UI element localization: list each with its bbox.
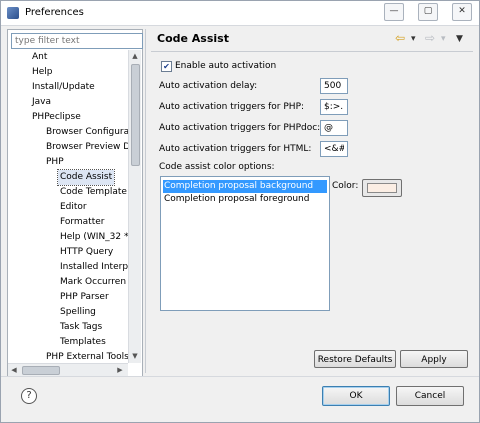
forward-menu-icon[interactable]: ▾ (441, 34, 446, 44)
php-triggers-label: Auto activation triggers for PHP: (159, 102, 305, 112)
scroll-up-icon[interactable]: ▲ (131, 51, 139, 61)
phpdoc-triggers-input[interactable] (320, 120, 348, 136)
page-title: Code Assist (157, 32, 229, 45)
tree-horizontal-scrollbar[interactable]: ◀ ▶ (8, 363, 128, 376)
title-bar: Preferences — ▢ ✕ (1, 1, 479, 26)
footer-separator (1, 376, 479, 377)
tree-item[interactable]: Code Assist (56, 169, 116, 186)
tree-item[interactable]: HTTP Query (60, 245, 113, 260)
list-item[interactable]: Completion proposal background (163, 180, 327, 193)
back-menu-icon[interactable]: ▾ (411, 34, 416, 44)
scroll-down-icon[interactable]: ▼ (131, 351, 139, 361)
php-triggers-input[interactable] (320, 99, 348, 115)
scroll-thumb[interactable] (131, 64, 140, 166)
list-item[interactable]: Completion proposal foreground (163, 193, 327, 206)
tree-item[interactable]: Spelling (60, 305, 96, 320)
tree-item[interactable]: Installed Interp (60, 260, 128, 275)
cancel-button[interactable]: Cancel (396, 386, 464, 406)
color-options-list[interactable]: Completion proposal background Completio… (160, 176, 330, 311)
phpdoc-triggers-label: Auto activation triggers for PHPdoc: (159, 123, 321, 133)
enable-auto-activation-checkbox[interactable]: ✔ (161, 61, 172, 72)
help-icon[interactable]: ? (21, 388, 37, 404)
hscroll-thumb[interactable] (22, 366, 60, 375)
minimize-button[interactable]: — (384, 3, 404, 21)
tree-item[interactable]: Ant (32, 50, 47, 65)
color-swatch (367, 183, 397, 193)
app-icon (7, 7, 19, 19)
color-picker-button[interactable] (362, 179, 402, 197)
color-label: Color: (332, 181, 359, 191)
filter-input[interactable] (11, 33, 143, 49)
tree-item[interactable]: Browser Configura (46, 125, 128, 140)
tree-item[interactable]: Templates (60, 335, 106, 350)
tree-item[interactable]: PHPeclipse (32, 110, 81, 125)
tree-item[interactable]: Code Template (60, 185, 127, 200)
preferences-window: Preferences — ▢ ✕ AntHelpInstall/UpdateJ… (0, 0, 480, 423)
tree-item[interactable]: Java (32, 95, 51, 110)
tree-item[interactable]: Task Tags (60, 320, 102, 335)
auto-activation-delay-label: Auto activation delay: (159, 81, 258, 91)
color-options-label: Code assist color options: (159, 162, 275, 172)
scroll-left-icon[interactable]: ◀ (9, 365, 19, 375)
pane-divider[interactable] (145, 29, 146, 373)
html-triggers-label: Auto activation triggers for HTML: (159, 144, 312, 154)
tree-vertical-scrollbar[interactable]: ▲ ▼ (128, 50, 141, 363)
enable-auto-activation-label: Enable auto activation (175, 61, 277, 71)
close-button[interactable]: ✕ (452, 3, 472, 21)
tree-item[interactable]: PHP External Tools (46, 350, 128, 363)
html-triggers-input[interactable] (320, 141, 348, 157)
tree-item[interactable]: PHP Parser (60, 290, 109, 305)
ok-button[interactable]: OK (322, 386, 390, 406)
back-arrow-icon[interactable]: ⇦ (395, 31, 405, 45)
preference-tree-panel: AntHelpInstall/UpdateJavaPHPeclipseBrows… (7, 29, 143, 377)
restore-defaults-button[interactable]: Restore Defaults (314, 350, 396, 368)
forward-arrow-icon[interactable]: ⇨ (425, 31, 435, 45)
tree-item[interactable]: Help (WIN_32 * (60, 230, 128, 245)
tree-item[interactable]: Formatter (60, 215, 104, 230)
preference-tree: Ant Help Install/Update Java PHPeclipse Brows… (8, 50, 128, 363)
maximize-button[interactable]: ▢ (418, 3, 438, 21)
tree-item[interactable]: Editor (60, 200, 87, 215)
auto-activation-delay-input[interactable] (320, 78, 348, 94)
header-separator (151, 51, 473, 52)
scroll-right-icon[interactable]: ▶ (115, 365, 125, 375)
tree-item[interactable]: Browser Preview D (46, 140, 128, 155)
tree-item[interactable]: Install/Update (32, 80, 95, 95)
window-title: Preferences (25, 7, 84, 18)
apply-button[interactable]: Apply (400, 350, 468, 368)
tree-item[interactable]: PHP (46, 155, 64, 170)
tree-item[interactable]: Help (32, 65, 53, 80)
view-menu-icon[interactable]: ▼ (456, 34, 463, 44)
tree-item[interactable]: Mark Occurren (60, 275, 126, 290)
